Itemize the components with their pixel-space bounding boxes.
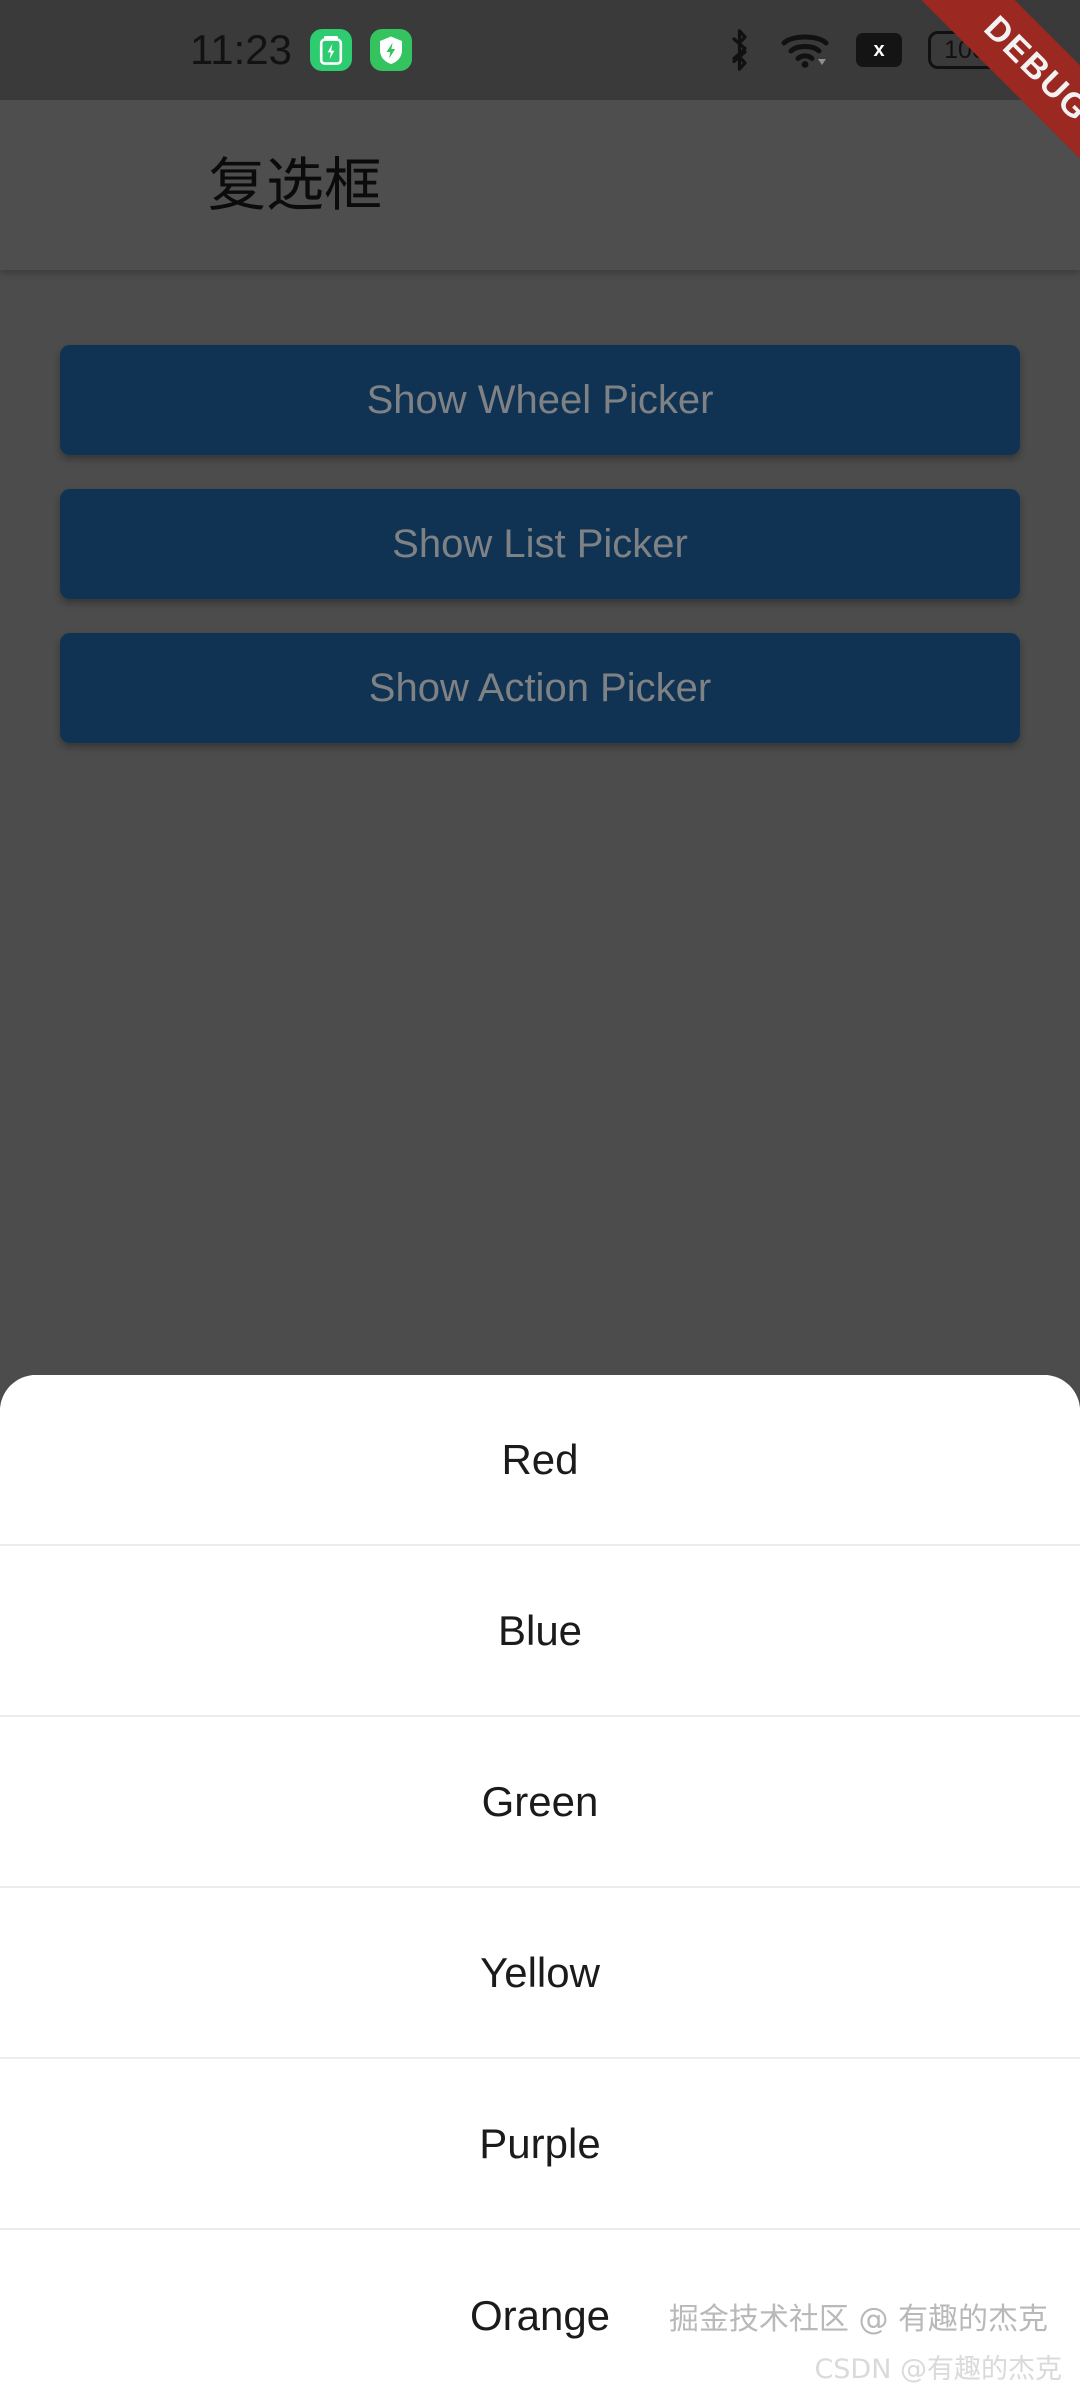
list-item[interactable]: Purple [0, 2059, 1080, 2230]
battery-level-indicator: 100 [928, 31, 1008, 69]
picker-bottom-sheet: Red Blue Green Yellow Purple Orange [0, 1375, 1080, 2400]
status-bar-right-group: x 100 [724, 28, 1008, 72]
list-item[interactable]: Blue [0, 1546, 1080, 1717]
page-title: 复选框 [208, 151, 383, 219]
show-action-picker-button[interactable]: Show Action Picker [60, 633, 1020, 743]
show-list-picker-button[interactable]: Show List Picker [60, 489, 1020, 599]
show-action-picker-label: Show Action Picker [368, 666, 712, 710]
phone-screen: 11:23 x 100 DEBUG 复选框 Show Wheel Picker … [0, 0, 1080, 2400]
list-item-label: Orange [469, 2291, 611, 2339]
status-bar: 11:23 x 100 [0, 0, 1080, 100]
shield-bolt-icon [370, 29, 412, 71]
show-list-picker-label: Show List Picker [392, 522, 688, 566]
list-item-label: Blue [497, 1606, 583, 1654]
list-item[interactable]: Orange [0, 2230, 1080, 2400]
list-item-label: Red [501, 1435, 579, 1483]
sim-disabled-icon: x [856, 33, 902, 67]
battery-charging-icon [310, 29, 352, 71]
list-item[interactable]: Yellow [0, 1888, 1080, 2059]
list-item[interactable]: Red [0, 1375, 1080, 1546]
status-bar-clock: 11:23 [190, 26, 292, 73]
show-wheel-picker-button[interactable]: Show Wheel Picker [60, 345, 1020, 455]
list-item[interactable]: Green [0, 1717, 1080, 1888]
bluetooth-icon [724, 28, 754, 72]
status-bar-left-group: 11:23 [190, 29, 412, 71]
show-wheel-picker-label: Show Wheel Picker [366, 378, 714, 422]
app-bar: 复选框 [0, 100, 1080, 270]
sim-icon-label: x [873, 39, 885, 61]
list-item-label: Purple [479, 2119, 601, 2167]
list-item-label: Green [481, 1777, 599, 1825]
battery-percent-label: 100 [944, 35, 986, 64]
list-item-label: Yellow [480, 1948, 600, 1996]
wifi-icon [780, 30, 830, 70]
